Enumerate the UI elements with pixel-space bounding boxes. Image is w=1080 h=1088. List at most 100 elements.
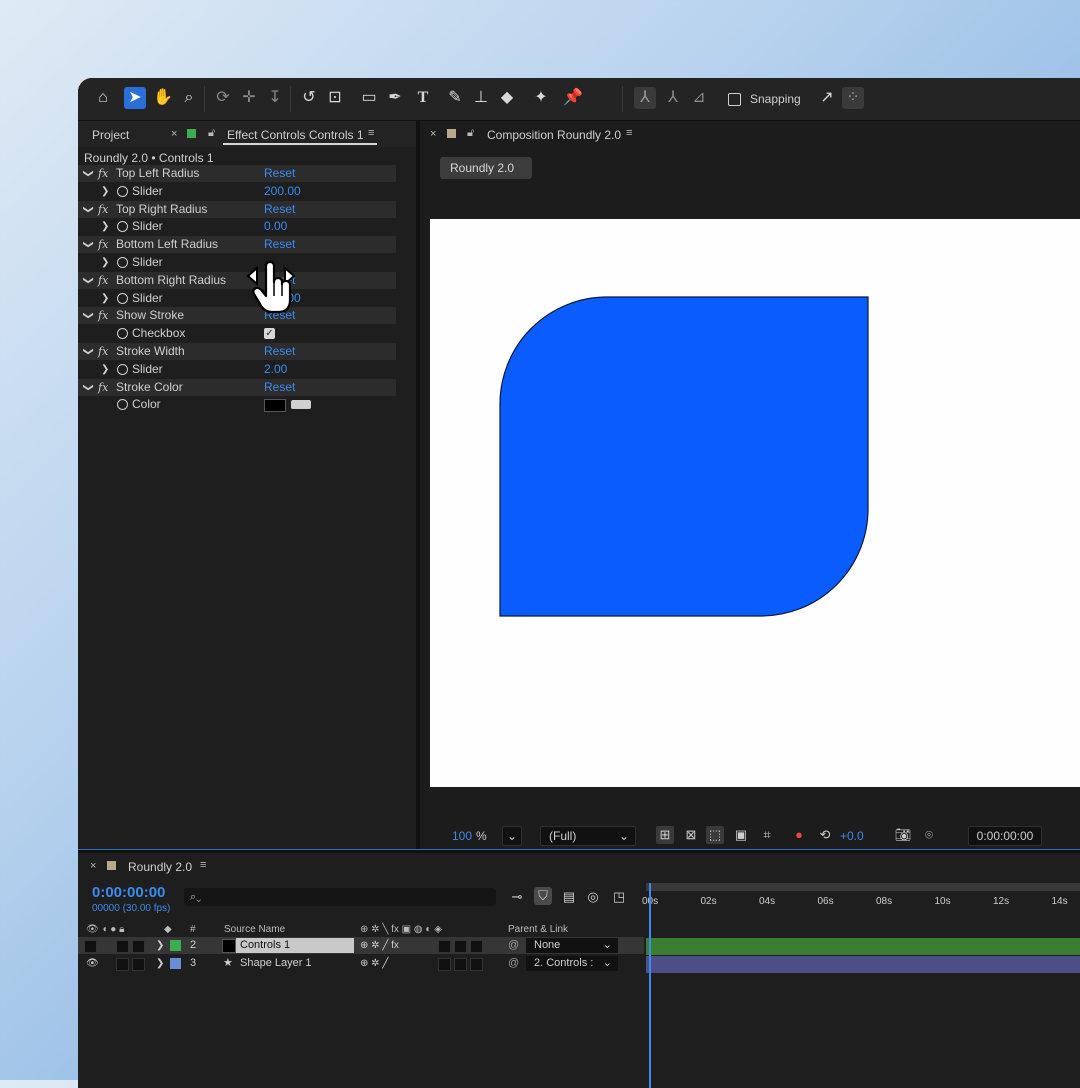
zoom-tool-icon[interactable]: ⌕ bbox=[178, 87, 200, 109]
slider-value[interactable]: 200.00 bbox=[264, 183, 301, 200]
pen-tool-icon[interactable]: ✒ bbox=[384, 87, 406, 109]
effect-property[interactable]: ❯ Slider bbox=[78, 254, 396, 271]
work-area-bar[interactable] bbox=[646, 883, 1080, 891]
stopwatch-icon[interactable] bbox=[117, 328, 128, 340]
switch-box[interactable] bbox=[470, 940, 483, 953]
reset-link[interactable]: Reset bbox=[264, 343, 295, 360]
chevron-down-icon[interactable]: ❯ bbox=[80, 276, 97, 284]
chevron-right-icon[interactable]: ❯ bbox=[101, 183, 109, 200]
layer-label-color[interactable] bbox=[170, 940, 181, 951]
playhead[interactable] bbox=[649, 883, 651, 1088]
chevron-right-icon[interactable]: ❯ bbox=[156, 937, 164, 954]
switch-box[interactable] bbox=[454, 958, 467, 971]
exposure-value[interactable]: +0.0 bbox=[840, 827, 864, 845]
dolly-camera-icon[interactable]: ↧ bbox=[264, 87, 286, 109]
video-toggle[interactable] bbox=[84, 940, 97, 953]
layer-label-color[interactable] bbox=[170, 958, 181, 969]
layer-name-field[interactable]: Controls 1 bbox=[236, 938, 354, 953]
motion-blur-icon[interactable]: ◎ bbox=[584, 889, 602, 905]
rounded-shape[interactable] bbox=[430, 219, 1080, 787]
close-icon[interactable]: × bbox=[171, 128, 177, 140]
switch-box[interactable] bbox=[438, 958, 451, 971]
eyedropper-icon[interactable] bbox=[291, 400, 311, 410]
eraser-tool-icon[interactable]: ◆ bbox=[496, 87, 518, 109]
layer-name[interactable]: Shape Layer 1 bbox=[240, 955, 312, 972]
stopwatch-icon[interactable] bbox=[117, 399, 128, 411]
parent-dropdown[interactable]: 2. Controls : ⌄ bbox=[526, 956, 618, 971]
lock-toggle[interactable] bbox=[132, 958, 145, 971]
chevron-right-icon[interactable]: ❯ bbox=[101, 361, 109, 378]
solo-toggle[interactable] bbox=[116, 958, 129, 971]
layer-row[interactable]: 👁︎ ❯ 3 ★ Shape Layer 1 ⊕ ✲ ╱ @2. Controls : ⌄ bbox=[78, 955, 644, 972]
tab-project[interactable]: Project bbox=[92, 128, 129, 142]
effect-property[interactable]: Checkbox ✓ bbox=[78, 325, 396, 342]
view-axis-mode-icon[interactable]: ⊿ bbox=[688, 87, 710, 109]
fx-toggle-icon[interactable]: fx bbox=[98, 201, 108, 218]
fx-toggle-icon[interactable]: fx bbox=[98, 379, 108, 396]
effect-property[interactable]: ❯ Slider 0.00 bbox=[78, 218, 396, 235]
rectangle-tool-icon[interactable]: ▭ bbox=[358, 87, 380, 109]
composition-flowchart-icon[interactable]: ⊸ bbox=[508, 889, 526, 905]
tab-composition[interactable]: Composition Roundly 2.0 bbox=[487, 128, 621, 142]
puppet-pin-tool-icon[interactable]: 📌 bbox=[562, 87, 584, 109]
shy-layers-icon[interactable]: ⛉ bbox=[534, 887, 552, 905]
chevron-right-icon[interactable]: ❯ bbox=[101, 290, 109, 307]
checkbox-checked-icon[interactable]: ✓ bbox=[264, 328, 275, 340]
chevron-right-icon[interactable]: ❯ bbox=[101, 218, 109, 235]
color-channels-icon[interactable]: ● bbox=[790, 826, 808, 844]
switch-box[interactable] bbox=[438, 940, 451, 953]
anchor-point-tool-icon[interactable]: ⊡ bbox=[324, 87, 346, 109]
home-icon[interactable]: ⌂ bbox=[92, 87, 114, 109]
panel-menu-icon[interactable]: ≡ bbox=[200, 859, 206, 871]
frame-blending-icon[interactable]: ▤ bbox=[560, 889, 578, 905]
grid-guides-icon[interactable]: ⌗ bbox=[758, 826, 776, 844]
type-tool-icon[interactable]: T bbox=[412, 87, 434, 109]
local-axis-mode-icon[interactable]: ⅄ bbox=[634, 87, 656, 109]
lock-icon[interactable]: 🔓︎ bbox=[467, 127, 474, 140]
rotate-tool-icon[interactable]: ↺ bbox=[298, 87, 320, 109]
stopwatch-icon[interactable] bbox=[117, 221, 128, 233]
stopwatch-icon[interactable] bbox=[117, 292, 128, 304]
effect-header[interactable]: ❯ fx Top Right Radius Reset bbox=[78, 200, 396, 218]
show-snapshot-icon[interactable]: ⌾ bbox=[920, 826, 938, 844]
fast-previews-icon[interactable]: ⊞ bbox=[656, 826, 674, 844]
snapping-checkbox[interactable] bbox=[728, 93, 741, 106]
layer-row[interactable]: ❯ 2 Controls 1 ⊕ ✲ ╱ fx @ None ⌄ bbox=[78, 937, 644, 954]
pan-camera-icon[interactable]: ✛ bbox=[238, 87, 260, 109]
brush-tool-icon[interactable]: ✎ bbox=[444, 87, 466, 109]
viewer-timecode[interactable]: 0:00:00:00 bbox=[968, 826, 1042, 846]
roto-brush-tool-icon[interactable]: ✦ bbox=[530, 87, 552, 109]
reset-link[interactable]: Reset bbox=[264, 236, 295, 253]
reset-link[interactable]: Reset bbox=[264, 201, 295, 218]
color-swatch[interactable] bbox=[264, 399, 286, 413]
region-of-interest-icon[interactable]: ▣ bbox=[732, 826, 750, 844]
effect-header[interactable]: ❯ fx Show Stroke Reset bbox=[78, 307, 396, 325]
fx-toggle-icon[interactable]: fx bbox=[98, 165, 108, 182]
graph-editor-icon[interactable]: ◳ bbox=[610, 889, 628, 905]
current-time[interactable]: 0:00:00:00 bbox=[92, 884, 165, 901]
stopwatch-icon[interactable] bbox=[117, 257, 128, 268]
effect-header[interactable]: ❯ fx Stroke Width Reset bbox=[78, 343, 396, 360]
layer-duration-bar[interactable] bbox=[646, 938, 1080, 955]
tab-timeline[interactable]: Roundly 2.0 bbox=[128, 860, 192, 874]
reset-exposure-icon[interactable]: ⟲ bbox=[816, 826, 834, 844]
effect-property[interactable]: ❯Slider200.00 bbox=[78, 290, 396, 307]
transparency-grid-icon[interactable]: ⊠ bbox=[682, 826, 700, 844]
parent-dropdown[interactable]: None ⌄ bbox=[526, 938, 618, 953]
chevron-down-icon[interactable]: ❯ bbox=[80, 205, 97, 213]
mask-path-visibility-icon[interactable]: ⬚ bbox=[706, 826, 724, 844]
effect-header[interactable]: ❯ fx Bottom Left Radius Reset bbox=[78, 236, 396, 254]
tab-effect-controls[interactable]: Effect Controls Controls 1 bbox=[227, 128, 364, 142]
chevron-right-icon[interactable]: ❯ bbox=[156, 955, 164, 972]
effect-header[interactable]: ❯ fx Stroke Color Reset bbox=[78, 378, 396, 396]
fx-toggle-icon[interactable]: fx bbox=[98, 307, 108, 324]
chevron-down-icon[interactable]: ❯ bbox=[80, 240, 97, 248]
effect-property[interactable]: ❯Slider200.00 bbox=[78, 183, 396, 200]
reset-link[interactable]: Reset bbox=[264, 379, 295, 396]
source-name-column-header[interactable]: Source Name bbox=[224, 924, 285, 935]
snap-edges-icon[interactable]: ↗ bbox=[816, 87, 838, 109]
snap-features-icon[interactable]: ⁘ bbox=[842, 87, 864, 109]
effect-property[interactable]: ❯ Slider 2.00 bbox=[78, 361, 396, 378]
effect-header[interactable]: ❯ fx Top Left Radius Reset bbox=[78, 165, 396, 182]
resolution-dropdown[interactable]: (Full) ⌄ bbox=[540, 826, 636, 846]
